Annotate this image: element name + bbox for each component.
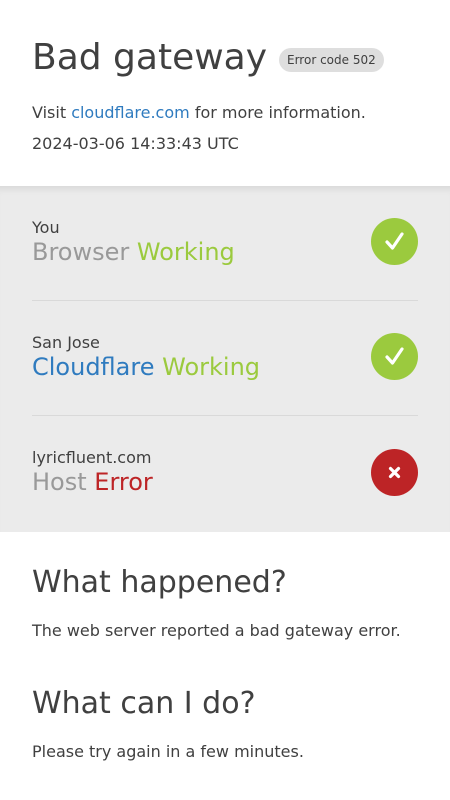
what-can-i-do-heading: What can I do?: [32, 686, 256, 721]
location-label: lyricfluent.com: [32, 448, 152, 467]
x-icon: [371, 449, 418, 496]
component-name: Host: [32, 468, 87, 496]
timestamp: 2024-03-06 14:33:43 UTC: [32, 134, 239, 153]
visit-prefix: Visit: [32, 103, 67, 122]
page-title: Bad gateway: [32, 37, 268, 78]
component-name: Browser: [32, 238, 130, 266]
location-label: You: [32, 218, 60, 237]
status-text: Error: [94, 468, 153, 496]
what-can-i-do-text: Please try again in a few minutes.: [32, 742, 304, 761]
check-icon: [371, 218, 418, 265]
visit-line: Visit cloudflare.com for more informatio…: [32, 103, 366, 123]
what-happened-text: The web server reported a bad gateway er…: [32, 621, 401, 640]
status-row-cloudflare: San Jose Cloudflare Working: [32, 301, 418, 416]
status-line: Browser Working: [32, 237, 235, 267]
status-row-browser: You Browser Working: [32, 186, 418, 301]
location-label: San Jose: [32, 333, 100, 352]
status-row-host: lyricfluent.com Host Error: [32, 416, 418, 531]
error-header: Bad gateway Error code 502 Visit cloudfl…: [0, 0, 450, 186]
check-icon: [371, 333, 418, 380]
cloudflare-link[interactable]: cloudflare.com: [71, 103, 190, 122]
status-text: Working: [162, 353, 261, 381]
what-happened-heading: What happened?: [32, 565, 287, 600]
status-line: Cloudflare Working: [32, 352, 260, 382]
status-text: Working: [136, 238, 235, 266]
error-code-badge: Error code 502: [279, 48, 384, 72]
visit-suffix: for more information.: [194, 103, 366, 122]
status-line: Host Error: [32, 467, 153, 497]
component-name: Cloudflare: [32, 353, 155, 381]
